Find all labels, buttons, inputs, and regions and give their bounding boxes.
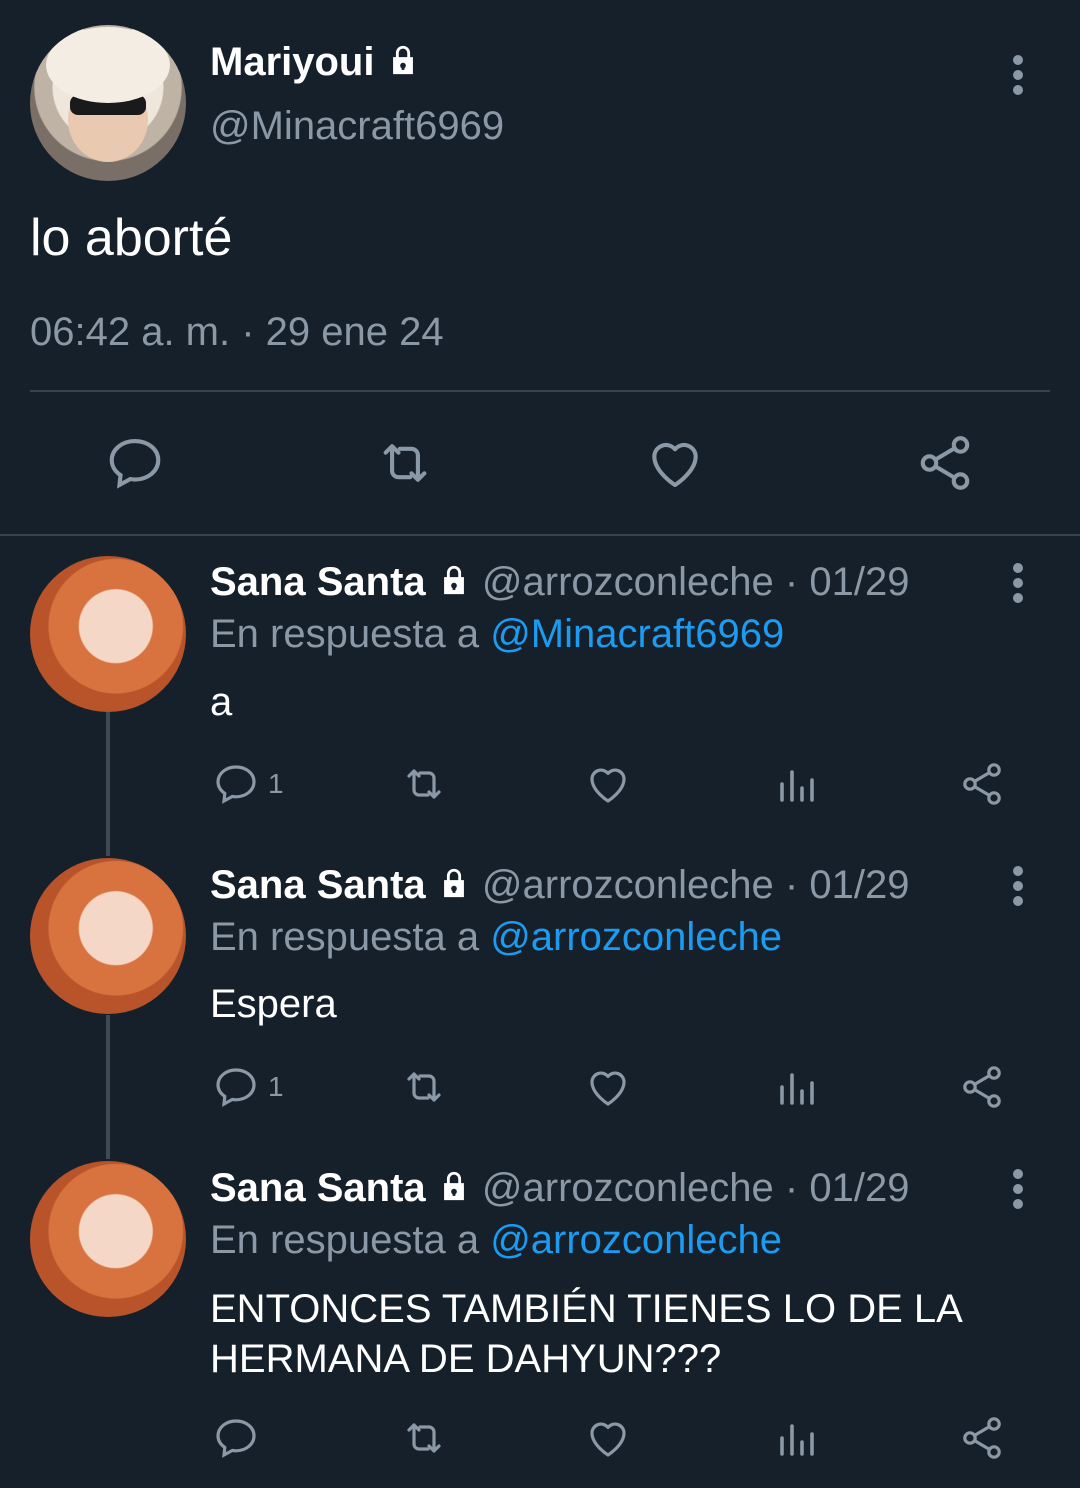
avatar[interactable] bbox=[30, 858, 186, 1014]
more-icon[interactable] bbox=[998, 861, 1038, 921]
tweet-text: a bbox=[210, 680, 233, 724]
tweet-text: ENTONCES TAMBIÉN TIENES LO DE LA HERMANA… bbox=[210, 1287, 961, 1381]
tweet-text: lo aborté bbox=[30, 209, 233, 267]
retweet-icon[interactable] bbox=[398, 1063, 450, 1111]
retweet-icon[interactable] bbox=[398, 760, 450, 808]
lock-icon bbox=[437, 562, 471, 607]
views-icon[interactable] bbox=[772, 760, 820, 808]
more-icon[interactable] bbox=[998, 558, 1038, 618]
like-icon[interactable] bbox=[584, 760, 632, 808]
reply-icon[interactable] bbox=[212, 1063, 260, 1111]
lock-icon bbox=[386, 42, 420, 86]
more-icon[interactable] bbox=[998, 50, 1038, 110]
lock-icon bbox=[437, 865, 471, 910]
reply-date[interactable]: 01/29 bbox=[809, 560, 909, 604]
views-icon[interactable] bbox=[772, 1063, 820, 1111]
views-icon[interactable] bbox=[772, 1414, 820, 1462]
reply-header: Sana Santa @arrozconleche · 01/29 bbox=[210, 1166, 909, 1213]
reply-to-link[interactable]: @Minacraft6969 bbox=[490, 612, 784, 656]
reply-date[interactable]: 01/29 bbox=[809, 1166, 909, 1210]
author-display-name[interactable]: Sana Santa bbox=[210, 560, 426, 604]
share-icon[interactable] bbox=[958, 1063, 1006, 1111]
like-icon[interactable] bbox=[584, 1414, 632, 1462]
reply-date[interactable]: 01/29 bbox=[809, 863, 909, 907]
reply-icon[interactable] bbox=[212, 760, 260, 808]
tweet-text: Espera bbox=[210, 982, 337, 1026]
share-icon[interactable] bbox=[958, 760, 1006, 808]
retweet-icon[interactable] bbox=[372, 432, 438, 494]
like-icon[interactable] bbox=[644, 432, 706, 494]
author-handle[interactable]: @arrozconleche bbox=[482, 863, 774, 907]
reply-to-link[interactable]: @arrozconleche bbox=[490, 1218, 782, 1262]
thread-line bbox=[106, 712, 110, 856]
reply-header: Sana Santa @arrozconleche · 01/29 bbox=[210, 560, 909, 607]
thread-line bbox=[106, 1015, 110, 1159]
author-handle[interactable]: @Minacraft6969 bbox=[210, 104, 504, 149]
avatar[interactable] bbox=[30, 25, 186, 181]
like-icon[interactable] bbox=[584, 1063, 632, 1111]
more-icon[interactable] bbox=[998, 1164, 1038, 1224]
reply-context: En respuesta a @arrozconleche bbox=[210, 915, 783, 959]
author-display-name[interactable]: Sana Santa bbox=[210, 863, 426, 907]
author-display-name[interactable]: Sana Santa bbox=[210, 1166, 426, 1210]
avatar[interactable] bbox=[30, 1161, 186, 1317]
reply-context: En respuesta a @Minacraft6969 bbox=[210, 612, 785, 656]
divider bbox=[30, 390, 1050, 392]
tweet-timestamp[interactable]: 06:42 a. m. · 29 ene 24 bbox=[30, 310, 444, 355]
author-handle[interactable]: @arrozconleche bbox=[482, 560, 774, 604]
avatar[interactable] bbox=[30, 556, 186, 712]
reply-icon[interactable] bbox=[104, 432, 166, 494]
reply-context: En respuesta a @arrozconleche bbox=[210, 1218, 783, 1262]
author-handle[interactable]: @arrozconleche bbox=[482, 1166, 774, 1210]
reply-to-link[interactable]: @arrozconleche bbox=[490, 915, 782, 959]
retweet-icon[interactable] bbox=[398, 1414, 450, 1462]
lock-icon bbox=[437, 1168, 471, 1213]
author-name[interactable]: Mariyoui bbox=[210, 40, 420, 86]
reply-count: 1 bbox=[268, 1071, 284, 1102]
author-display-name[interactable]: Mariyoui bbox=[210, 40, 374, 84]
share-icon[interactable] bbox=[958, 1414, 1006, 1462]
reply-count: 1 bbox=[268, 768, 284, 799]
divider bbox=[0, 534, 1080, 536]
share-icon[interactable] bbox=[914, 432, 976, 494]
reply-icon[interactable] bbox=[212, 1414, 260, 1462]
reply-header: Sana Santa @arrozconleche · 01/29 bbox=[210, 863, 909, 910]
